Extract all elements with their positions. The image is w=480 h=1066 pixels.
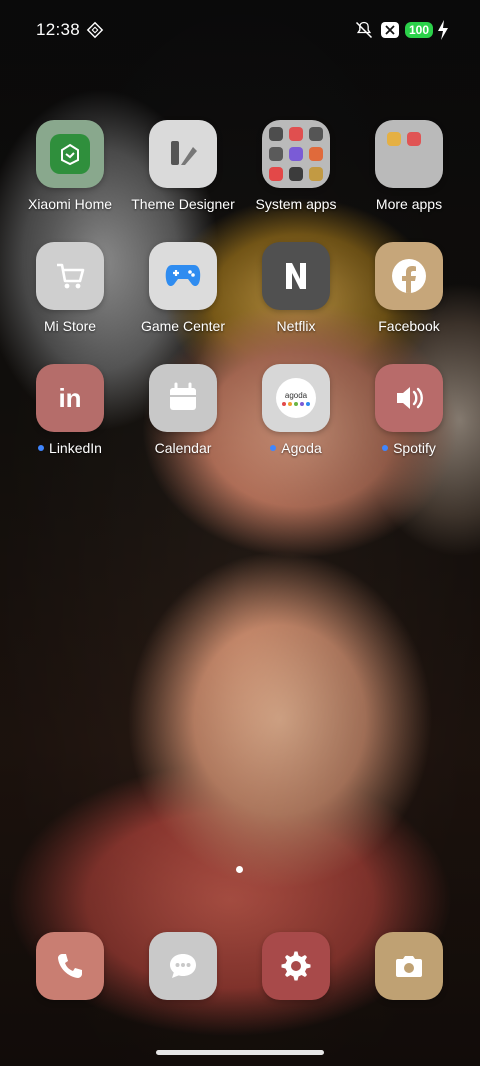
app-mi-store[interactable]: Mi Store xyxy=(10,242,130,334)
new-install-dot xyxy=(38,445,45,452)
app-xiaomi-home[interactable]: Xiaomi Home xyxy=(10,120,130,212)
facebook-icon xyxy=(375,242,443,310)
home-indicator-bar[interactable] xyxy=(156,1050,324,1055)
status-time: 12:38 xyxy=(36,20,81,39)
app-label: Calendar xyxy=(154,440,212,456)
app-label: More apps xyxy=(375,196,443,212)
folder-mini-app-icon xyxy=(269,127,283,141)
app-netflix[interactable]: Netflix xyxy=(236,242,356,334)
nfc-icon xyxy=(86,21,104,39)
dock-messages-app[interactable] xyxy=(149,932,217,1000)
dock-camera-app[interactable] xyxy=(375,932,443,1000)
app-calendar[interactable]: Calendar xyxy=(123,364,243,456)
folder-mini-app-icon xyxy=(289,167,303,181)
page-indicator-dot xyxy=(236,866,243,873)
agoda-icon: agoda xyxy=(262,364,330,432)
mute-vibrate-icon xyxy=(355,21,373,39)
app-agoda[interactable]: agoda Agoda xyxy=(236,364,356,456)
folder-mini-app-icon xyxy=(387,132,401,146)
netflix-n-icon xyxy=(262,242,330,310)
speaker-icon xyxy=(375,364,443,432)
app-game-center[interactable]: Game Center xyxy=(123,242,243,334)
app-label: Facebook xyxy=(378,318,440,334)
theme-designer-icon xyxy=(149,120,217,188)
cart-icon xyxy=(36,242,104,310)
folder-icon xyxy=(262,120,330,188)
folder-mini-app-icon xyxy=(289,147,303,161)
gamepad-icon xyxy=(149,242,217,310)
agoda-logo-text: agoda xyxy=(284,390,308,400)
app-system-apps-folder[interactable]: System apps xyxy=(236,120,356,212)
linkedin-icon: in xyxy=(36,364,104,432)
phone-icon xyxy=(58,954,82,978)
new-install-dot xyxy=(270,445,277,452)
folder-mini-app-icon xyxy=(289,127,303,141)
app-label: Xiaomi Home xyxy=(27,196,113,212)
dock-phone-app[interactable] xyxy=(36,932,104,1000)
folder-mini-app-icon xyxy=(407,132,421,146)
app-label: Game Center xyxy=(140,318,226,334)
dock-settings-app[interactable] xyxy=(262,932,330,1000)
message-icon xyxy=(170,954,196,978)
app-facebook[interactable]: Facebook xyxy=(349,242,469,334)
charging-bolt-icon xyxy=(438,20,448,40)
app-label: LinkedIn xyxy=(10,440,130,456)
battery-badge: 100 xyxy=(405,22,434,38)
app-label: Theme Designer xyxy=(131,196,235,212)
folder-mini-app-icon xyxy=(309,127,323,141)
folder-mini-app-icon xyxy=(269,147,283,161)
app-theme-designer[interactable]: Theme Designer xyxy=(123,120,243,212)
camera-icon xyxy=(396,956,422,977)
folder-mini-app-icon xyxy=(269,167,283,181)
folder-mini-app-icon xyxy=(309,147,323,161)
calendar-icon xyxy=(149,364,217,432)
app-label: Spotify xyxy=(349,440,469,456)
xiaomi-home-icon xyxy=(36,120,104,188)
app-label: Mi Store xyxy=(43,318,97,334)
folder-mini-app-icon xyxy=(309,167,323,181)
app-more-apps-folder[interactable]: More apps xyxy=(349,120,469,212)
status-bar: 12:38 100 xyxy=(0,0,480,62)
app-spotify[interactable]: Spotify xyxy=(349,364,469,456)
app-label: System apps xyxy=(255,196,337,212)
gear-icon xyxy=(281,951,311,981)
app-label: Netflix xyxy=(276,318,316,334)
app-label: Agoda xyxy=(236,440,356,456)
folder-icon xyxy=(375,120,443,188)
app-linkedin[interactable]: in LinkedIn xyxy=(10,364,130,456)
close-box-icon xyxy=(381,22,399,38)
new-install-dot xyxy=(382,445,389,452)
